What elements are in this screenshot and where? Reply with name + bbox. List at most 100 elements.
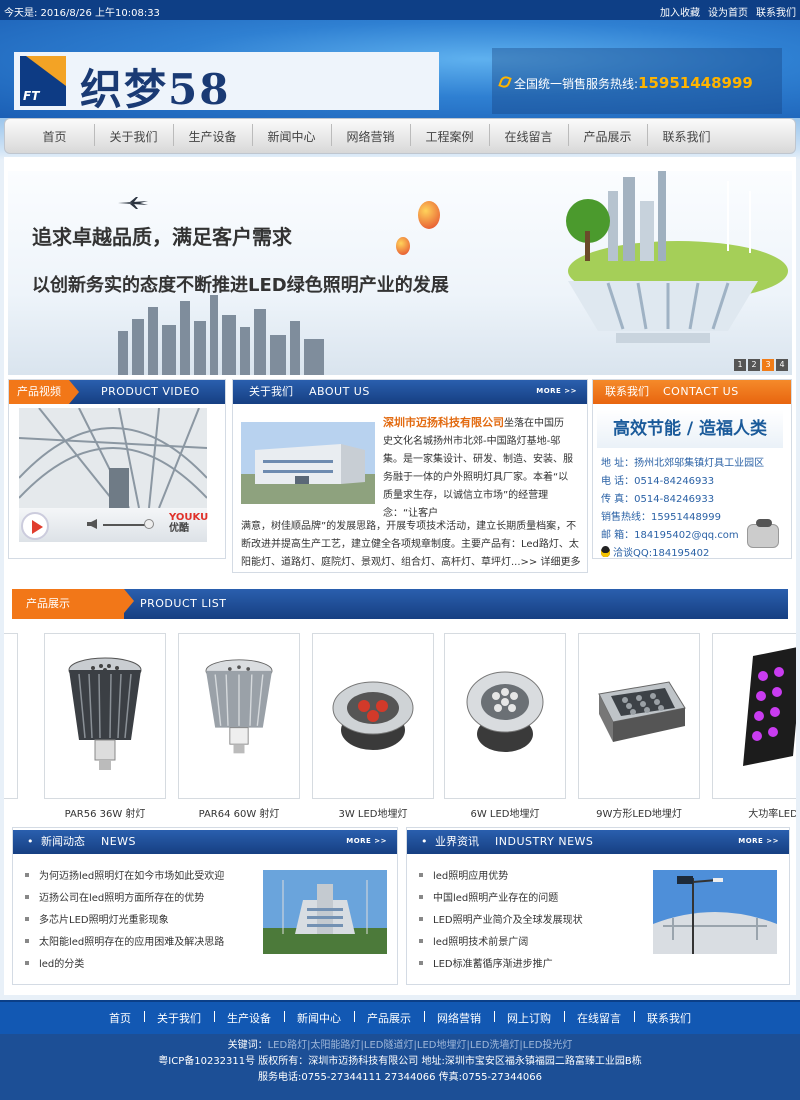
news-item[interactable]: 中国led照明产业存在的问题 [419, 888, 583, 910]
news-item[interactable]: LED标准蓄循序渐进步推广 [419, 954, 583, 976]
footer-nav-contact[interactable]: 联系我们 [634, 1010, 704, 1026]
slide-indicator: 1 2 3 4 [734, 359, 788, 371]
logo[interactable]: FT 织梦58 [14, 52, 439, 114]
news-item[interactable]: 太阳能led照明存在的应用困难及解决思路 [25, 932, 224, 954]
product-card[interactable] [178, 633, 300, 799]
high-power-led-image [743, 647, 796, 766]
city-skyline-icon [118, 295, 324, 375]
about-header: 关于我们 ABOUT US MORE >> [233, 380, 587, 404]
contact-us-link[interactable]: 联系我们 [756, 4, 796, 19]
nav-contact[interactable]: 联系我们 [647, 123, 726, 146]
news-item[interactable]: led照明技术前景广阔 [419, 932, 583, 954]
product-label[interactable]: 3W LED地埋灯 [312, 805, 434, 820]
footer-nav-equipment[interactable]: 生产设备 [214, 1010, 284, 1026]
volume-icon[interactable] [87, 519, 97, 529]
about-text-full: 满意，树佳顺品牌”的发展思路，开展专项技术活动，建立长期质量档案，不断改进并提高… [241, 521, 581, 568]
add-favorite-link[interactable]: 加入收藏 [660, 4, 700, 19]
volume-knob[interactable] [144, 519, 154, 529]
footer-nav-marketing[interactable]: 网络营销 [424, 1010, 494, 1026]
main-content: 追求卓越品质，满足客户需求 以创新务实的态度不断推进LED绿色照明产业的发展 1 [4, 157, 796, 995]
slide-dot[interactable]: 4 [776, 359, 788, 371]
about-more-link[interactable]: MORE >> [536, 387, 577, 395]
airplane-icon [118, 197, 148, 209]
contact-fax: 传 真：0514-84246933 [601, 494, 715, 505]
play-icon[interactable] [21, 512, 49, 540]
product-label[interactable]: 6W LED地埋灯 [444, 805, 566, 820]
footer-nav-about[interactable]: 关于我们 [144, 1010, 214, 1026]
led-bulb-earth-icon [566, 171, 788, 343]
contact-header: 联系我们 CONTACT US [593, 380, 791, 404]
footer-nav-news[interactable]: 新闻中心 [284, 1010, 354, 1026]
product-label[interactable]: PAR64 60W 射灯 [178, 805, 300, 820]
slide-dot-active[interactable]: 3 [762, 359, 774, 371]
footer-nav: 首页 关于我们 生产设备 新闻中心 产品展示 网络营销 网上订购 在线留言 联系… [0, 1000, 800, 1034]
news-item[interactable]: LED照明产业简介及全球发展现状 [419, 910, 583, 932]
nav-news[interactable]: 新闻中心 [252, 123, 331, 146]
footer-icp: 粤ICP备10232311号 版权所有：深圳市迈扬科技有限公司 地址:深圳市宝安… [158, 1056, 642, 1067]
slide-dot[interactable]: 2 [748, 359, 760, 371]
product-card[interactable] [44, 633, 166, 799]
footer-nav-products[interactable]: 产品展示 [354, 1010, 424, 1026]
news-bullet-icon: • [27, 835, 34, 848]
set-homepage-link[interactable]: 设为首页 [708, 4, 748, 19]
product-card[interactable] [578, 633, 700, 799]
news-title-en: NEWS [101, 835, 137, 848]
contact-phone: 电 话：0514-84246933 [601, 476, 715, 487]
telephone-icon [747, 519, 779, 548]
footer-nav-order[interactable]: 网上订购 [494, 1010, 564, 1026]
nav-equipment[interactable]: 生产设备 [173, 123, 252, 146]
nav-about[interactable]: 关于我们 [94, 123, 173, 146]
hotline-panel: 全国统一销售服务热线:15951448999 [492, 48, 782, 114]
6w-inground-light-image [466, 671, 544, 752]
hotline: 全国统一销售服务热线:15951448999 [498, 74, 753, 92]
contact-qq[interactable]: 洽谈QQ:184195402 [601, 544, 709, 559]
hotline-number: 15951448999 [638, 74, 753, 92]
industry-list: led照明应用优势 中国led照明产业存在的问题 LED照明产业简介及全球发展现… [419, 866, 583, 976]
product-card[interactable] [444, 633, 566, 799]
product-card[interactable] [312, 633, 434, 799]
factory-image [241, 422, 375, 504]
video-controls: YOUKU 优酷 [19, 508, 208, 542]
about-company-link[interactable]: 深圳市迈扬科技有限公司 [383, 416, 504, 429]
about-text-side: 深圳市迈扬科技有限公司坐落在中国历史文化名城扬州市北郊-中国路灯基地-邬集。是一… [383, 416, 573, 519]
video-panel: 产品视频 PRODUCT VIDEO YOUKU 优酷 [8, 379, 226, 559]
video-frame-icon [19, 408, 207, 508]
contact-title-en: CONTACT US [663, 385, 739, 398]
footer-nav-home[interactable]: 首页 [96, 1010, 144, 1026]
footer: 关键词：LED路灯|太阳能路灯|LED隧道灯|LED地埋灯|LED洗墙灯|LED… [0, 1034, 800, 1100]
hero-banner[interactable]: 追求卓越品质，满足客户需求 以创新务实的态度不断推进LED绿色照明产业的发展 1 [8, 171, 792, 375]
news-item[interactable]: led照明应用优势 [419, 866, 583, 888]
hotline-label: 全国统一销售服务热线: [514, 77, 639, 91]
volume-slider[interactable] [103, 524, 147, 526]
product-label[interactable]: 9W方形LED地埋灯 [578, 805, 700, 820]
about-title: 关于我们 [249, 385, 293, 398]
product-label[interactable]: PAR56 36W 射灯 [44, 805, 166, 820]
product-label[interactable]: 大功率LED [712, 805, 796, 820]
industry-title-en: INDUSTRY NEWS [495, 835, 594, 848]
contact-title: 联系我们 [605, 385, 649, 398]
product-card[interactable] [4, 633, 18, 799]
slide-dot[interactable]: 1 [734, 359, 746, 371]
news-building-image [263, 870, 387, 954]
nav-home[interactable]: 首页 [15, 128, 94, 145]
news-list: 为何迈扬led照明灯在如今市场如此受欢迎 迈扬公司在led照明方面所存在的优势 … [25, 866, 224, 976]
footer-nav-message[interactable]: 在线留言 [564, 1010, 634, 1026]
qq-icon [601, 546, 610, 557]
contact-hotline: 销售热线：15951448999 [601, 512, 721, 523]
footer-keywords: 关键词：LED路灯|太阳能路灯|LED隧道灯|LED地埋灯|LED洗墙灯|LED… [227, 1040, 573, 1051]
product-card[interactable] [712, 633, 796, 799]
about-panel: 关于我们 ABOUT US MORE >> 深圳市迈扬科技有限公司坐落在中国历史… [232, 379, 588, 573]
nav-cases[interactable]: 工程案例 [410, 123, 489, 146]
industry-title: 业界资讯 [435, 835, 479, 848]
news-item[interactable]: 多芯片LED照明灯光重影现象 [25, 910, 224, 932]
industry-more-link[interactable]: MORE >> [738, 837, 779, 845]
video-player[interactable]: YOUKU 优酷 [19, 408, 208, 542]
news-item[interactable]: led的分类 [25, 954, 224, 976]
nav-products[interactable]: 产品展示 [568, 123, 647, 146]
keyword-links[interactable]: LED路灯|太阳能路灯|LED隧道灯|LED地埋灯|LED洗墙灯|LED投光灯 [268, 1040, 573, 1051]
news-more-link[interactable]: MORE >> [346, 837, 387, 845]
nav-marketing[interactable]: 网络营销 [331, 123, 410, 146]
nav-message[interactable]: 在线留言 [489, 123, 568, 146]
news-item[interactable]: 迈扬公司在led照明方面所存在的优势 [25, 888, 224, 910]
news-item[interactable]: 为何迈扬led照明灯在如今市场如此受欢迎 [25, 866, 224, 888]
